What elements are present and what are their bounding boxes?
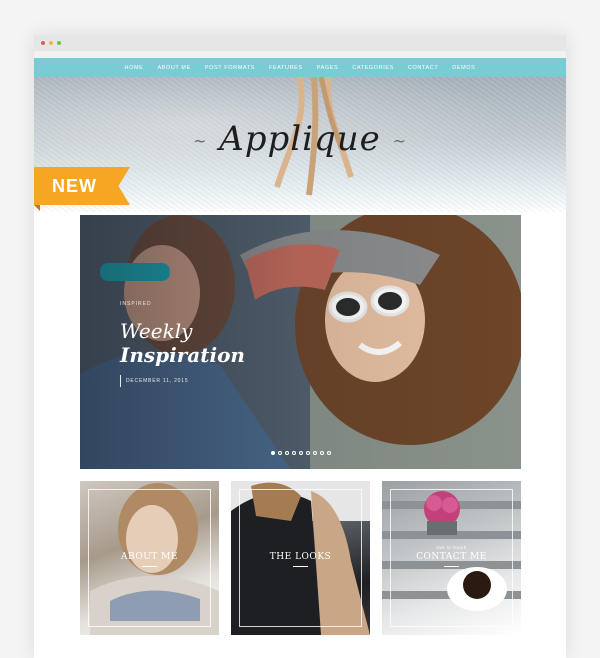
slide-category[interactable]: INSPIRED [120, 301, 152, 307]
ribbon-fold [34, 205, 40, 211]
promo-tile-about-me[interactable]: ABOUT ME [80, 481, 219, 635]
main-nav: HOME ABOUT ME POST FORMATS FEATURES PAGE… [34, 58, 566, 77]
logo-text: Applique [219, 119, 381, 159]
nav-item-features[interactable]: FEATURES [269, 65, 303, 71]
nav-item-demos[interactable]: DEMOS [452, 65, 475, 71]
logo-right-ornament: ~ [392, 131, 408, 151]
slider-dot[interactable] [277, 451, 282, 455]
featured-slider[interactable]: INSPIRED Weekly Inspiration DECEMBER 11,… [80, 215, 521, 469]
browser-tab-strip [34, 51, 566, 58]
slider-dot[interactable] [312, 451, 317, 455]
nav-item-categories[interactable]: CATEGORIES [352, 65, 394, 71]
slide-date: DECEMBER 11, 2015 [120, 375, 188, 387]
nav-item-about-me[interactable]: ABOUT ME [157, 65, 190, 71]
promo-tile-contact-me[interactable]: Get In Touch CONTACT ME [382, 481, 521, 635]
nav-item-contact[interactable]: CONTACT [408, 65, 438, 71]
site-logo[interactable]: ~ Applique ~ [34, 119, 566, 159]
tile-subtitle: Get In Touch [436, 545, 467, 550]
browser-window: HOME ABOUT ME POST FORMATS FEATURES PAGE… [34, 35, 566, 658]
slider-dot[interactable] [319, 451, 324, 455]
nav-item-pages[interactable]: PAGES [317, 65, 339, 71]
slider-dot[interactable] [298, 451, 303, 455]
tile-divider [444, 566, 459, 567]
tile-label: ABOUT ME [121, 552, 178, 562]
logo-left-ornament: ~ [192, 131, 208, 151]
slider-dot[interactable] [284, 451, 289, 455]
slider-dot[interactable] [305, 451, 310, 455]
ribbon-label: NEW [52, 175, 97, 196]
promo-tile-the-looks[interactable]: THE LOOKS [231, 481, 370, 635]
slide-title[interactable]: Weekly Inspiration [120, 319, 300, 367]
slider-pagination [80, 451, 521, 455]
slide-title-line2: Inspiration [120, 343, 245, 367]
minimize-window-icon[interactable] [49, 41, 53, 45]
tile-label: CONTACT ME [416, 552, 487, 562]
slider-dot[interactable] [291, 451, 296, 455]
tile-divider [293, 566, 308, 567]
maximize-window-icon[interactable] [57, 41, 61, 45]
tile-divider [142, 566, 157, 567]
slider-dot[interactable] [270, 451, 275, 455]
slide-title-line1: Weekly [120, 319, 193, 343]
browser-chrome [34, 35, 566, 51]
slider-dot[interactable] [326, 451, 331, 455]
new-ribbon-badge: NEW [34, 167, 130, 205]
nav-item-home[interactable]: HOME [125, 65, 144, 71]
promo-tiles: ABOUT ME THE LOOKS Get In Touch CONTACT … [80, 481, 521, 635]
tile-label: THE LOOKS [269, 552, 332, 562]
nav-item-post-formats[interactable]: POST FORMATS [205, 65, 255, 71]
close-window-icon[interactable] [41, 41, 45, 45]
